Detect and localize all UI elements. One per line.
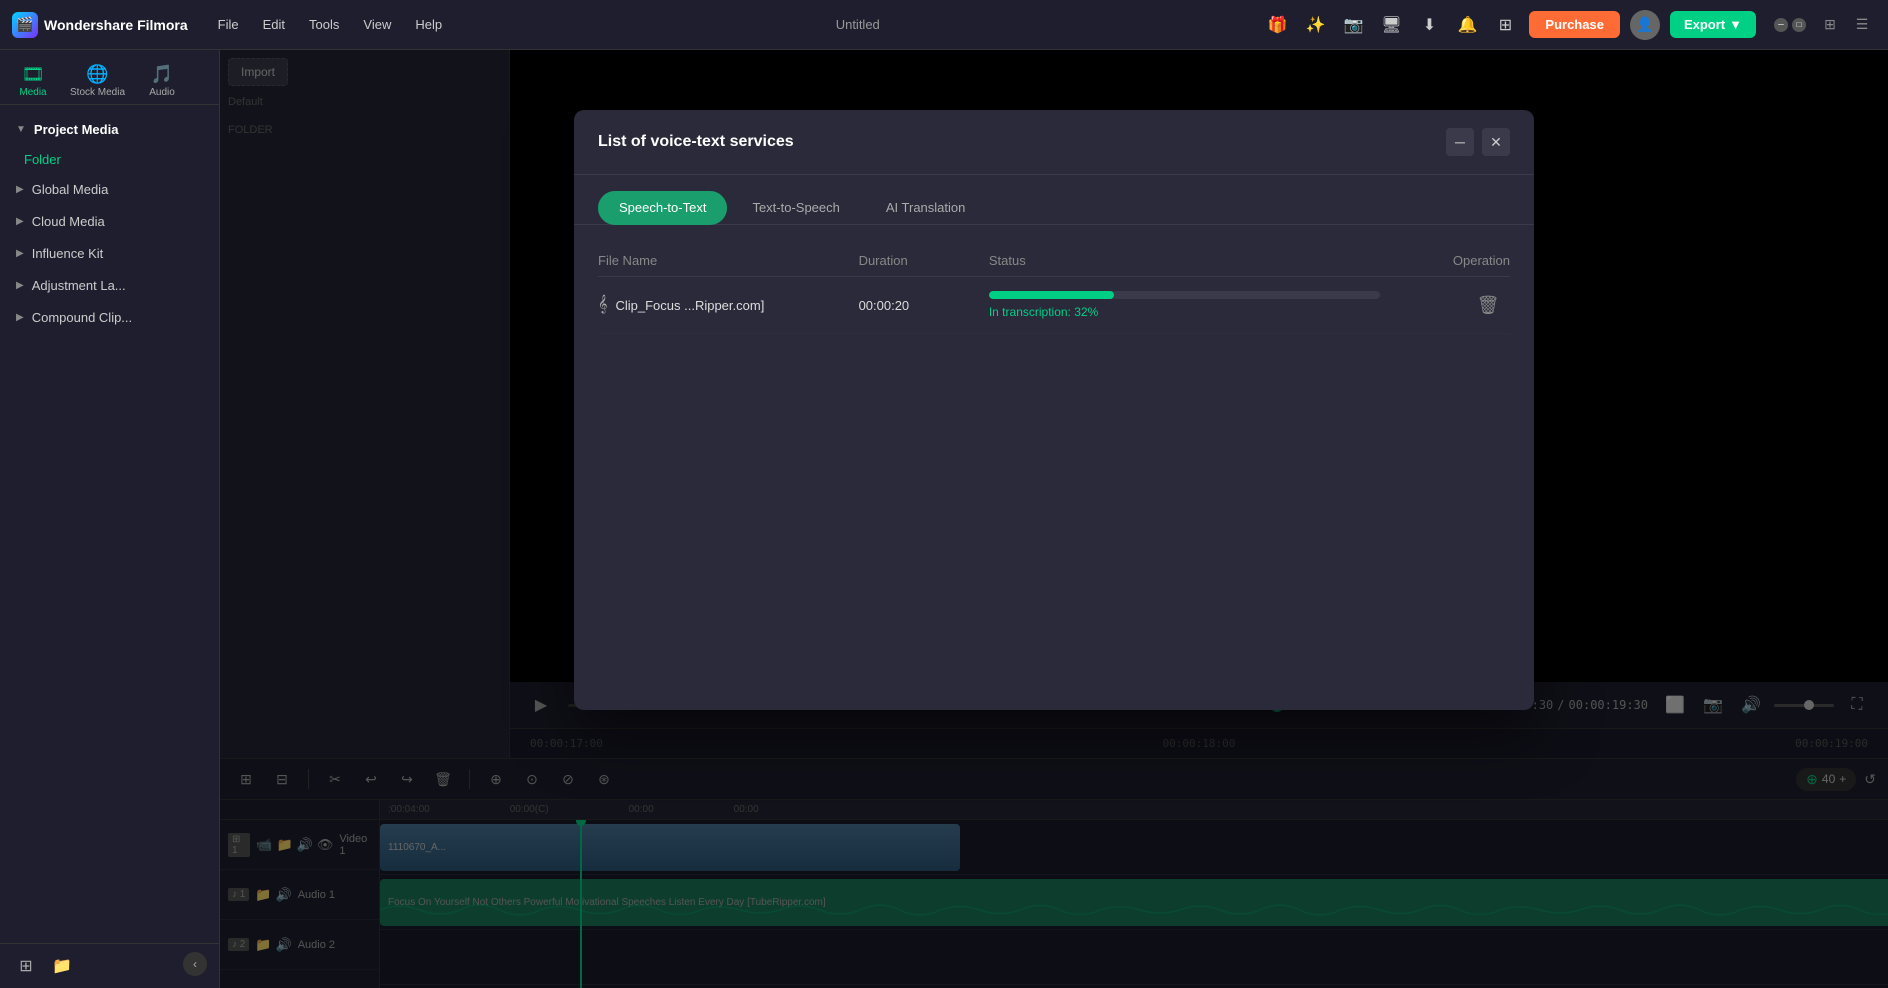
top-bar: 🎬 Wondershare Filmora File Edit Tools Vi… [0,0,1888,50]
menu-tools[interactable]: Tools [299,13,349,36]
grid-view-icon[interactable]: ⊞ [1816,11,1844,39]
status-text: In transcription: 32% [989,305,1380,319]
monitor-icon[interactable]: 🖥 [1377,11,1405,39]
table-row: 𝄞 Clip_Focus ...Ripper.com] 00:00:20 In … [598,277,1510,334]
dialog-header-buttons: ─ ✕ [1446,128,1510,156]
chevron-right-icon-3: ▶ [16,248,24,259]
dialog-minimize-button[interactable]: ─ [1446,128,1474,156]
operation-cell: 🗑 [1380,291,1510,319]
file-name-text: Clip_Focus ...Ripper.com] [615,298,764,313]
media-tab-icon: 🎞 [22,64,45,85]
stock-tab-label: Stock Media [70,87,125,98]
dialog-tab-tts[interactable]: Text-to-Speech [731,191,860,224]
effects-icon[interactable]: ✨ [1301,11,1329,39]
global-media-label: Global Media [32,182,109,197]
project-media-label: Project Media [34,122,119,137]
window-controls: ─ □ [1774,18,1806,32]
adjustment-la-label: Adjustment La... [32,278,126,293]
dialog-title: List of voice-text services [598,133,794,151]
add-folder-icon[interactable]: 📁 [48,952,76,980]
menu-bar: File Edit Tools View Help [208,13,452,36]
sidebar-item-project-media[interactable]: ▼ Project Media [4,114,215,145]
col-operation: Operation [1380,253,1510,268]
list-view-icon[interactable]: ☰ [1848,11,1876,39]
avatar[interactable]: 👤 [1630,10,1660,40]
sidebar-item-folder[interactable]: Folder [0,146,219,173]
dialog-close-button[interactable]: ✕ [1482,128,1510,156]
dialog-tab-ai-trans[interactable]: AI Translation [865,191,987,224]
menu-help[interactable]: Help [405,13,452,36]
sidebar-tab-media[interactable]: 🎞 Media [8,58,58,104]
sidebar: 🎞 Media 🌐 Stock Media 🎵 Audio ▼ Project … [0,50,220,988]
chevron-right-icon-4: ▶ [16,280,24,291]
progress-bar-fill [989,291,1114,299]
main-layout: 🎞 Media 🌐 Stock Media 🎵 Audio ▼ Project … [0,50,1888,988]
top-bar-right: 🎁 ✨ 📷 🖥 ⬇ 🔔 ⊞ Purchase 👤 Export ▼ ─ □ ⊞ … [1263,10,1876,40]
media-tab-label: Media [19,87,46,98]
grid-icon[interactable]: ⊞ [1491,11,1519,39]
dialog-tabs: Speech-to-Text Text-to-Speech AI Transla… [574,175,1534,225]
gift-icon[interactable]: 🎁 [1263,11,1291,39]
minimize-button[interactable]: ─ [1774,18,1788,32]
dialog-tab-stt[interactable]: Speech-to-Text [598,191,727,225]
sidebar-nav: ▼ Project Media Folder ▶ Global Media ▶ … [0,105,219,943]
sidebar-tab-audio[interactable]: 🎵 Audio [137,58,187,104]
audio-tab-icon: 🎵 [151,64,173,85]
add-media-icon[interactable]: ⊞ [12,952,40,980]
compound-clip-label: Compound Clip... [32,310,132,325]
dialog-overlay: List of voice-text services ─ ✕ Speech-t… [220,50,1888,988]
menu-edit[interactable]: Edit [253,13,295,36]
music-note-icon: 𝄞 [598,296,607,314]
stock-tab-icon: 🌐 [86,64,108,85]
sidebar-tab-stock[interactable]: 🌐 Stock Media [62,58,133,104]
sidebar-tabs: 🎞 Media 🌐 Stock Media 🎵 Audio [0,50,219,105]
file-name-cell: 𝄞 Clip_Focus ...Ripper.com] [598,296,859,314]
duration-value: 00:00:20 [859,298,910,313]
chevron-right-icon: ▶ [16,184,24,195]
sidebar-item-adjustment-la[interactable]: ▶ Adjustment La... [4,270,215,301]
sidebar-bottom: ⊞ 📁 ‹ [0,943,219,988]
dialog-header: List of voice-text services ─ ✕ [574,110,1534,175]
menu-view[interactable]: View [353,13,401,36]
sticker-icon[interactable]: 📷 [1339,11,1367,39]
menu-file[interactable]: File [208,13,249,36]
col-status: Status [989,253,1380,268]
content-area: Import Default FOLDER ▶ ▶ 00:00:1 [220,50,1888,988]
chevron-right-icon-2: ▶ [16,216,24,227]
voice-text-dialog: List of voice-text services ─ ✕ Speech-t… [574,110,1534,710]
delete-record-button[interactable]: 🗑 [1474,291,1502,319]
sidebar-item-compound-clip[interactable]: ▶ Compound Clip... [4,302,215,333]
sidebar-collapse-btn[interactable]: ‹ [183,952,207,976]
download-icon[interactable]: ⬇ [1415,11,1443,39]
window-title: Untitled [460,17,1255,32]
app-logo-icon: 🎬 [12,12,38,38]
progress-bar-bg [989,291,1380,299]
status-cell: In transcription: 32% [989,291,1380,319]
purchase-button[interactable]: Purchase [1529,11,1620,38]
export-button[interactable]: Export ▼ [1670,11,1756,38]
export-chevron-icon: ▼ [1729,17,1742,32]
chevron-right-icon-5: ▶ [16,312,24,323]
bell-icon[interactable]: 🔔 [1453,11,1481,39]
chevron-down-icon: ▼ [16,124,26,135]
export-label: Export [1684,17,1725,32]
dialog-content: File Name Duration Status Operation 𝄞 Cl… [574,225,1534,710]
col-file-name: File Name [598,253,859,268]
app-logo: 🎬 Wondershare Filmora [12,12,188,38]
sidebar-item-influence-kit[interactable]: ▶ Influence Kit [4,238,215,269]
table-header: File Name Duration Status Operation [598,245,1510,277]
sidebar-item-global-media[interactable]: ▶ Global Media [4,174,215,205]
maximize-button[interactable]: □ [1792,18,1806,32]
audio-tab-label: Audio [149,87,175,98]
cloud-media-label: Cloud Media [32,214,105,229]
view-toggle: ⊞ ☰ [1816,11,1876,39]
col-duration: Duration [859,253,989,268]
influence-kit-label: Influence Kit [32,246,104,261]
sidebar-item-cloud-media[interactable]: ▶ Cloud Media [4,206,215,237]
duration-cell: 00:00:20 [859,298,989,313]
app-name: Wondershare Filmora [44,17,188,33]
